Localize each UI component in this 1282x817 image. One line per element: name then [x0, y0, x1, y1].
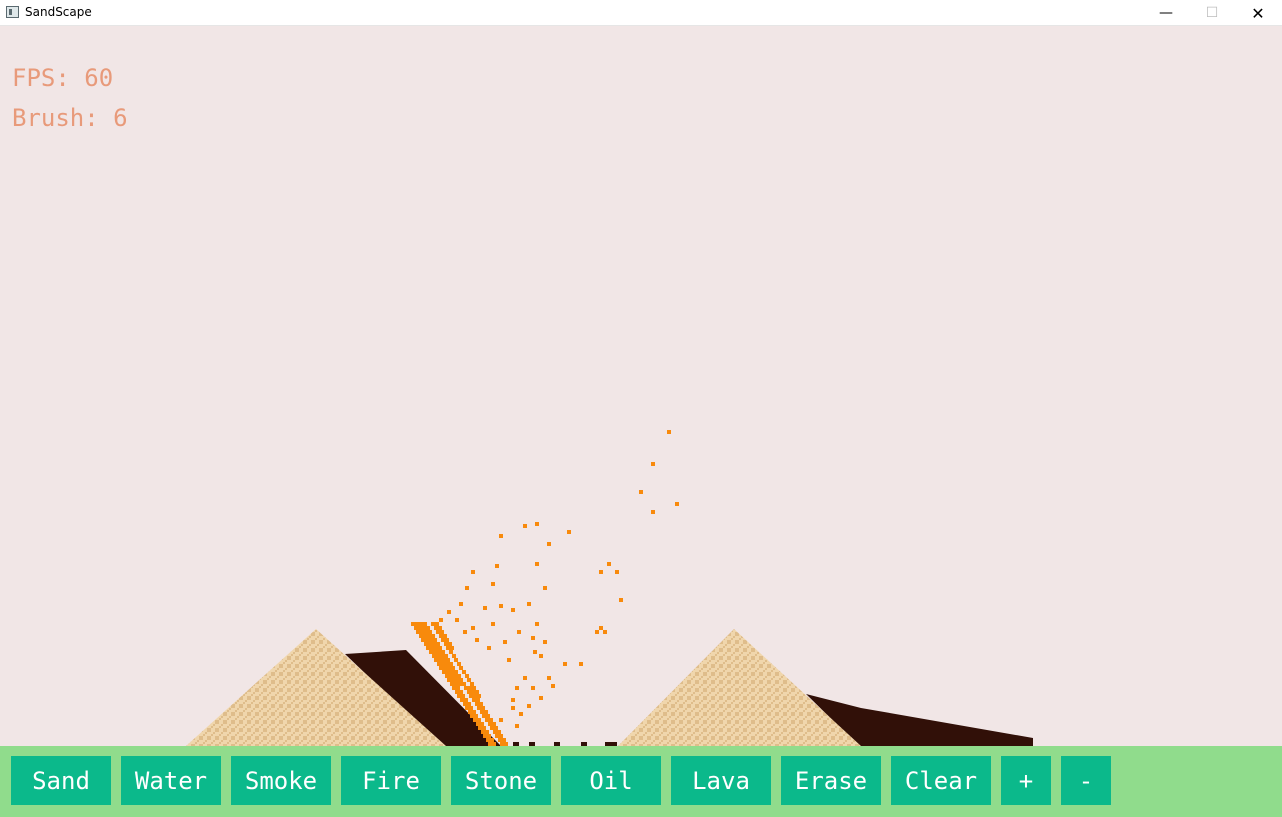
brush-decrease-button[interactable]: -: [1061, 756, 1111, 805]
app-window-icon: [6, 6, 19, 18]
close-icon[interactable]: ✕: [1235, 0, 1281, 26]
window-title: SandScape: [25, 5, 92, 19]
lava-button[interactable]: Lava: [671, 756, 771, 805]
water-button[interactable]: Water: [121, 756, 221, 805]
minimize-icon[interactable]: —: [1143, 0, 1189, 26]
clear-button[interactable]: Clear: [891, 756, 991, 805]
title-bar: SandScape — ☐ ✕: [0, 0, 1282, 26]
smoke-button[interactable]: Smoke: [231, 756, 331, 805]
maximize-icon[interactable]: ☐: [1189, 0, 1235, 26]
stone-button[interactable]: Stone: [451, 756, 551, 805]
oil-button[interactable]: Oil: [561, 756, 661, 805]
erase-button[interactable]: Erase: [781, 756, 881, 805]
sand-button[interactable]: Sand: [11, 756, 111, 805]
fps-readout: FPS: 60: [12, 64, 114, 92]
brush-size-readout: Brush: 6: [12, 104, 128, 132]
simulation-canvas[interactable]: FPS: 60 Brush: 6: [1, 26, 1281, 746]
brush-increase-button[interactable]: +: [1001, 756, 1051, 805]
sand-pile-right: [618, 629, 861, 746]
fire-button[interactable]: Fire: [341, 756, 441, 805]
simulation-scene: [186, 430, 1033, 746]
material-toolbar: Sand Water Smoke Fire Stone Oil Lava Era…: [0, 746, 1282, 817]
